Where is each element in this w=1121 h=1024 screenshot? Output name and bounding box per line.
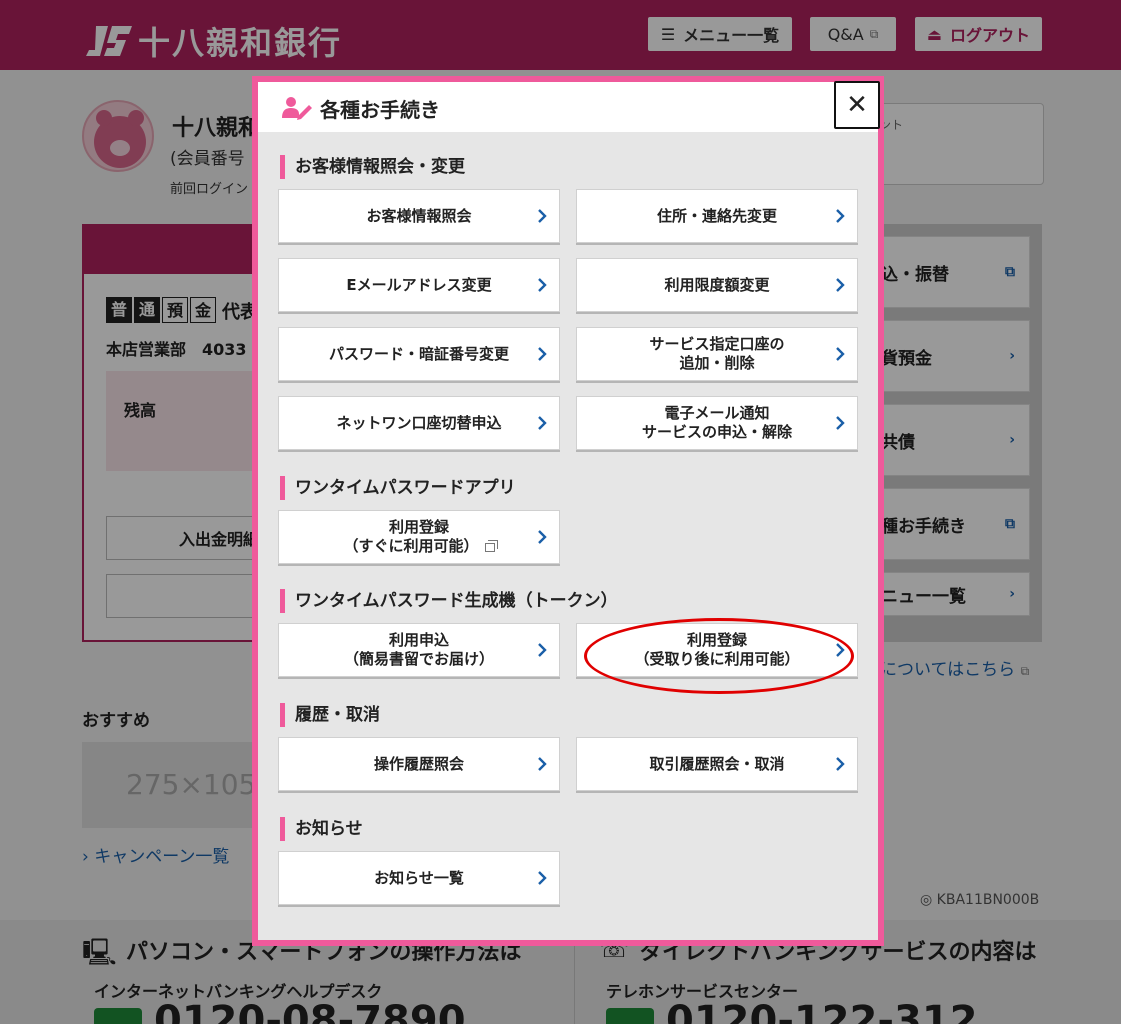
- chevron-right-icon: [538, 347, 547, 361]
- email-notice-button[interactable]: 電子メール通知 サービスの申込・解除: [576, 396, 858, 450]
- netone-switch-button[interactable]: ネットワン口座切替申込: [278, 396, 560, 450]
- button-label: サービス指定口座の 追加・削除: [649, 335, 785, 372]
- section-token: ワンタイムパスワード生成機（トークン）: [280, 589, 618, 613]
- modal-title: 各種お手続き: [320, 98, 440, 122]
- password-change-button[interactable]: パスワード・暗証番号変更: [278, 327, 560, 381]
- button-label: 電子メール通知 サービスの申込・解除: [641, 404, 792, 441]
- button-label: Eメールアドレス変更: [346, 275, 492, 294]
- service-account-button[interactable]: サービス指定口座の 追加・削除: [576, 327, 858, 381]
- button-label: 利用登録 （受取り後に利用可能）: [634, 631, 800, 668]
- chevron-right-icon: [836, 643, 845, 657]
- chevron-right-icon: [836, 209, 845, 223]
- notice-list-button[interactable]: お知らせ一覧: [278, 851, 560, 905]
- chevron-right-icon: [538, 278, 547, 292]
- close-button[interactable]: ✕: [834, 81, 880, 129]
- chevron-right-icon: [538, 209, 547, 223]
- operation-history-button[interactable]: 操作履歴照会: [278, 737, 560, 791]
- modal-header: 各種お手続き: [258, 82, 878, 132]
- section-onetime-app: ワンタイムパスワードアプリ: [280, 476, 516, 500]
- chevron-right-icon: [836, 416, 845, 430]
- button-label: ネットワン口座切替申込: [336, 413, 502, 432]
- section-notice: お知らせ: [280, 817, 363, 841]
- email-change-button[interactable]: Eメールアドレス変更: [278, 258, 560, 312]
- button-label: 住所・連絡先変更: [656, 206, 777, 225]
- close-icon: ✕: [846, 90, 868, 120]
- customer-info-button[interactable]: お客様情報照会: [278, 189, 560, 243]
- chevron-right-icon: [538, 757, 547, 771]
- chevron-right-icon: [538, 643, 547, 657]
- section-customer-info: お客様情報照会・変更: [280, 155, 465, 179]
- address-change-button[interactable]: 住所・連絡先変更: [576, 189, 858, 243]
- app-register-button[interactable]: 利用登録 （すぐに利用可能）: [278, 510, 560, 564]
- button-label: 利用限度額変更: [664, 275, 770, 294]
- person-edit-icon: [282, 97, 312, 120]
- limit-change-button[interactable]: 利用限度額変更: [576, 258, 858, 312]
- button-label: 取引履歴照会・取消: [649, 754, 785, 773]
- button-label: 利用登録 （すぐに利用可能）: [343, 518, 498, 556]
- section-history: 履歴・取消: [280, 703, 380, 727]
- button-label: お知らせ一覧: [374, 868, 464, 887]
- procedures-modal: 各種お手続き ✕ お客様情報照会・変更 お客様情報照会 住所・連絡先変更 Eメー…: [252, 76, 884, 946]
- chevron-right-icon: [836, 278, 845, 292]
- button-label: 操作履歴照会: [373, 754, 464, 773]
- chevron-right-icon: [538, 871, 547, 885]
- external-window-icon: [484, 540, 498, 552]
- chevron-right-icon: [836, 347, 845, 361]
- token-register-button[interactable]: 利用登録 （受取り後に利用可能）: [576, 623, 858, 677]
- button-label: パスワード・暗証番号変更: [328, 344, 509, 363]
- button-label: 利用申込 （簡易書留でお届け）: [343, 631, 494, 668]
- transaction-history-button[interactable]: 取引履歴照会・取消: [576, 737, 858, 791]
- chevron-right-icon: [538, 530, 547, 544]
- button-label: お客様情報照会: [366, 206, 472, 225]
- token-apply-button[interactable]: 利用申込 （簡易書留でお届け）: [278, 623, 560, 677]
- chevron-right-icon: [836, 757, 845, 771]
- chevron-right-icon: [538, 416, 547, 430]
